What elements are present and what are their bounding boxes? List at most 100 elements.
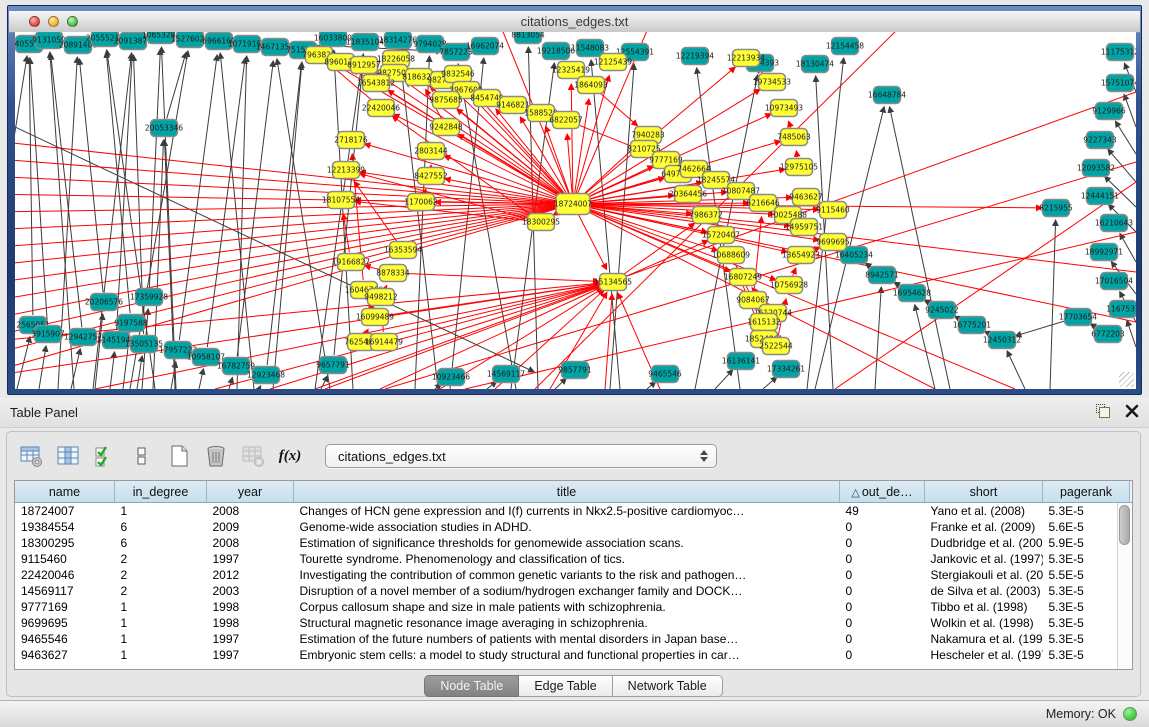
graph-edge[interactable] bbox=[1127, 320, 1136, 347]
graph-node-selected[interactable]: 16353594 bbox=[384, 242, 422, 259]
graph-node-selected[interactable]: 16807249 bbox=[724, 269, 762, 286]
graph-node[interactable]: 10923466 bbox=[432, 369, 470, 386]
graph-node-selected[interactable]: 9115460 bbox=[816, 202, 850, 219]
graph-edge[interactable] bbox=[162, 47, 176, 389]
graph-node-selected[interactable]: 7485063 bbox=[777, 129, 811, 146]
column-header[interactable]: pagerank bbox=[1043, 481, 1130, 503]
graph-node-selected[interactable]: 16543812 bbox=[357, 75, 395, 92]
graph-edge[interactable] bbox=[1115, 121, 1136, 154]
graph-node[interactable]: 14569117 bbox=[487, 366, 525, 383]
graph-edge[interactable] bbox=[137, 356, 142, 389]
graph-node-selected[interactable]: 1170062 bbox=[404, 194, 438, 211]
table-row[interactable]: 946554611997Estimation of the future num… bbox=[15, 631, 1133, 647]
graph-node-selected[interactable]: 7986372 bbox=[689, 207, 723, 224]
graph-edge[interactable] bbox=[385, 286, 386, 289]
graph-edge[interactable] bbox=[1007, 351, 1025, 389]
graph-node-selected[interactable]: 2803144 bbox=[414, 143, 448, 160]
graph-edge[interactable] bbox=[1124, 94, 1136, 127]
tab-network-table[interactable]: Network Table bbox=[613, 675, 723, 697]
graph-edge[interactable] bbox=[875, 287, 881, 389]
table-row[interactable]: 911546021997Tourette syndrome. Phenomeno… bbox=[15, 551, 1133, 567]
graph-node-selected[interactable]: 8878334 bbox=[376, 265, 410, 282]
graph-edge[interactable] bbox=[890, 107, 950, 389]
graph-edge[interactable] bbox=[763, 377, 777, 389]
graph-edge[interactable] bbox=[321, 376, 328, 389]
graph-node-selected[interactable]: 9832546 bbox=[441, 66, 475, 83]
graph-node[interactable]: 16775201 bbox=[953, 317, 991, 334]
delete-entries-icon[interactable] bbox=[202, 442, 230, 470]
graph-node-selected[interactable]: 1615132 bbox=[747, 314, 781, 331]
graph-node[interactable]: 8942571 bbox=[865, 267, 899, 284]
graph-node[interactable]: 17016504 bbox=[1095, 273, 1133, 290]
graph-node[interactable]: 16210643 bbox=[1095, 215, 1133, 232]
graph-node[interactable]: 12219394 bbox=[676, 48, 714, 65]
table-row[interactable]: 2242004622012Investigating the contribut… bbox=[15, 567, 1133, 583]
graph-node-selected[interactable]: 22420046 bbox=[362, 100, 400, 117]
graph-edge[interactable] bbox=[622, 241, 708, 278]
table-selector-dropdown[interactable]: citations_edges.txt bbox=[325, 444, 717, 468]
table-row[interactable]: 1938455462009Genome-wide association stu… bbox=[15, 519, 1133, 535]
graph-node[interactable]: 9857791 bbox=[558, 362, 592, 379]
graph-node[interactable]: 9245022 bbox=[925, 302, 959, 319]
graph-node-selected[interactable]: 8912957 bbox=[347, 57, 381, 74]
graph-node[interactable]: 9197588 bbox=[114, 315, 148, 332]
graph-edge[interactable] bbox=[95, 314, 103, 389]
memory-indicator-icon[interactable] bbox=[1123, 707, 1137, 721]
graph-node[interactable]: 18314276 bbox=[379, 32, 417, 49]
table-scrollbar[interactable] bbox=[1117, 503, 1132, 669]
graph-node-selected[interactable]: 10756928 bbox=[770, 277, 808, 294]
table-row[interactable]: 1830029562008Estimation of significance … bbox=[15, 535, 1133, 551]
graph-edge[interactable] bbox=[715, 370, 733, 389]
graph-edge[interactable] bbox=[259, 386, 261, 389]
graph-edge[interactable] bbox=[793, 268, 796, 276]
graph-node[interactable]: 20206576 bbox=[85, 294, 123, 311]
column-header[interactable]: title bbox=[294, 481, 840, 503]
graph-edge[interactable] bbox=[578, 213, 607, 270]
float-panel-icon[interactable] bbox=[1095, 403, 1111, 419]
table-row[interactable]: 969969511998Structural magnetic resonanc… bbox=[15, 615, 1133, 631]
graph-edge[interactable] bbox=[555, 378, 566, 389]
tab-node-table[interactable]: Node Table bbox=[424, 675, 519, 697]
network-window-titlebar[interactable]: citations_edges.txt bbox=[9, 11, 1140, 33]
graph-node[interactable]: 18130474 bbox=[796, 56, 834, 73]
graph-edge[interactable] bbox=[567, 134, 572, 194]
graph-node[interactable]: 18992971 bbox=[1085, 244, 1123, 261]
graph-node-selected[interactable]: 9699695 bbox=[816, 234, 850, 251]
graph-node-selected[interactable]: 16099489 bbox=[356, 309, 394, 326]
graph-edge[interactable] bbox=[1015, 320, 1068, 336]
table-row[interactable]: 1456911722003Disruption of a novel membe… bbox=[15, 583, 1133, 599]
table-options-icon[interactable] bbox=[17, 442, 45, 470]
graph-node[interactable]: 8215955 bbox=[1039, 200, 1073, 217]
row-height-icon[interactable] bbox=[128, 442, 156, 470]
graph-node-selected[interactable]: 9498212 bbox=[364, 289, 398, 306]
graph-node-selected[interactable]: 19734533 bbox=[753, 74, 791, 91]
function-builder-icon[interactable]: f(x) bbox=[276, 442, 304, 470]
graph-node-selected[interactable]: 16914479 bbox=[365, 334, 403, 351]
graph-node[interactable]: 16954628 bbox=[893, 285, 931, 302]
graph-node[interactable]: 16648784 bbox=[868, 87, 906, 104]
column-header[interactable]: short bbox=[925, 481, 1043, 503]
graph-node-selected[interactable]: 12125439 bbox=[594, 54, 632, 71]
graph-edge[interactable] bbox=[79, 59, 103, 292]
graph-edge[interactable] bbox=[229, 377, 233, 389]
graph-node[interactable]: 19218506 bbox=[537, 43, 575, 60]
column-header[interactable]: name bbox=[15, 481, 115, 503]
graph-node-selected[interactable]: 10973493 bbox=[765, 100, 803, 117]
graph-edge[interactable] bbox=[796, 151, 797, 157]
network-canvas[interactable]: 1405572491310592089140620555213209138711… bbox=[15, 32, 1136, 389]
close-panel-icon[interactable] bbox=[1125, 404, 1139, 418]
table-row[interactable]: 977716911998Corpus callosum shape and si… bbox=[15, 599, 1133, 615]
resize-grip[interactable] bbox=[1119, 372, 1134, 387]
graph-node-selected[interactable]: 19166827 bbox=[332, 254, 370, 271]
graph-node-selected[interactable]: 9242848 bbox=[429, 119, 463, 136]
graph-edge[interactable] bbox=[167, 52, 186, 118]
network-graph[interactable]: 1405572491310592089140620555213209138711… bbox=[15, 32, 1136, 389]
graph-node-selected[interactable]: 13654923 bbox=[782, 247, 820, 264]
graph-node-selected[interactable]: 12213934 bbox=[727, 50, 765, 67]
graph-node-selected[interactable]: 15134565 bbox=[594, 274, 632, 291]
graph-node[interactable]: 15751074 bbox=[1101, 75, 1136, 92]
graph-node[interactable]: 12923468 bbox=[247, 367, 285, 384]
graph-node-selected[interactable]: 10688609 bbox=[712, 247, 750, 264]
graph-node[interactable]: 12154458 bbox=[826, 38, 864, 55]
table-row[interactable]: 946362711997Embryonic stem cells: a mode… bbox=[15, 647, 1133, 663]
